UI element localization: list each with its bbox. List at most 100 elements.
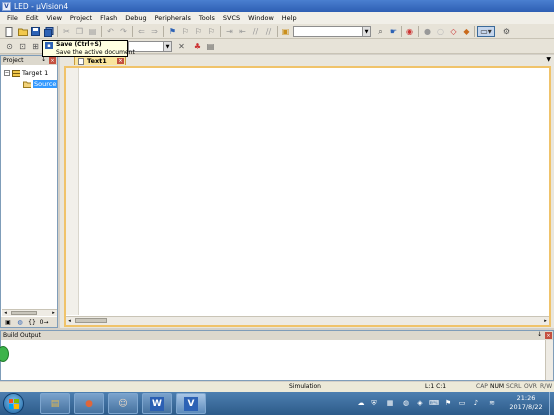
collapse-icon[interactable]: − (4, 70, 10, 76)
tree-item-source-label: Source (33, 80, 58, 88)
tab-project[interactable]: ▣ (3, 318, 13, 326)
bookmark-toggle-icon[interactable]: ⚑ (167, 26, 178, 37)
tray-browser-icon[interactable]: ◍ (402, 399, 410, 407)
project-horizontal-scrollbar[interactable]: ◂ ▸ (2, 309, 57, 316)
find-combo[interactable]: ▼ (293, 26, 371, 37)
tray-wifi-icon[interactable]: ≋ (488, 399, 496, 407)
tree-item-target[interactable]: − Target 1 (4, 69, 48, 77)
tray-shield-icon[interactable]: ⛨ (370, 399, 378, 407)
tab-templates[interactable]: 0→ (39, 318, 49, 326)
copy-icon[interactable]: ❐ (74, 26, 85, 37)
menu-peripherals[interactable]: Peripherals (151, 14, 195, 22)
find-icon[interactable]: ⌕ (375, 26, 386, 37)
project-panel-header: Project ↓ × (1, 56, 57, 65)
configure-icon[interactable]: ⚙ (501, 26, 512, 37)
uncomment-icon[interactable]: ∕∕ (263, 26, 274, 37)
tray-battery-icon[interactable]: ▭ (458, 399, 466, 407)
taskbar-media[interactable]: ● (74, 393, 104, 414)
cut-icon[interactable]: ✂ (61, 26, 72, 37)
close-icon[interactable]: × (117, 58, 124, 64)
file-toolbar: ✂ ❐ ▤ ↶ ↷ ⇐ ⇒ ⚑ ⚐ ⚐ ⚐ ⇥ ⇤ // ∕∕ ▣ ▼ ⌕ ☛ … (0, 24, 554, 39)
breakpoint-insert-icon[interactable]: ● (422, 26, 433, 37)
chevron-down-icon[interactable]: ▼ (546, 56, 551, 63)
tab-books[interactable]: ◍ (15, 318, 25, 326)
tray-flag-icon[interactable]: ⚑ (444, 399, 452, 407)
close-icon[interactable]: × (49, 57, 56, 64)
indent-icon[interactable]: ⇥ (224, 26, 235, 37)
menu-view[interactable]: View (42, 14, 65, 22)
build-output-vertical-scrollbar[interactable] (545, 340, 553, 380)
tab-text1[interactable]: Text1 × (74, 56, 126, 65)
incremental-find-icon[interactable]: ☛ (388, 26, 399, 37)
chevron-down-icon[interactable]: ▼ (362, 27, 370, 36)
build-icon[interactable]: ⊡ (17, 41, 28, 52)
editor-text-area[interactable] (80, 70, 549, 315)
menu-project[interactable]: Project (66, 14, 96, 22)
save-icon: ▪ (45, 42, 53, 49)
menu-window[interactable]: Window (244, 14, 278, 22)
scroll-left-icon[interactable]: ◂ (66, 318, 73, 324)
save-icon[interactable] (30, 26, 41, 37)
scroll-left-icon[interactable]: ◂ (2, 310, 9, 316)
bookmark-next-icon[interactable]: ⚐ (193, 26, 204, 37)
uvision-app-icon: V (2, 1, 11, 11)
menu-file[interactable]: File (3, 14, 22, 22)
pin-icon[interactable]: ↓ (537, 331, 542, 338)
scroll-right-icon[interactable]: ▸ (50, 310, 57, 316)
breakpoint-kill-icon[interactable]: ◆ (461, 26, 472, 37)
pin-icon[interactable]: ↓ (41, 56, 46, 63)
navigate-forward-icon[interactable]: ⇒ (149, 26, 160, 37)
breakpoint-enable-icon[interactable]: ○ (435, 26, 446, 37)
taskbar-explorer[interactable]: ▤ (40, 393, 70, 414)
build-output-title: Build Output (3, 332, 41, 339)
editor-area: Text1 × ▼ ◂ ▸ (60, 55, 554, 328)
find-in-files-icon[interactable]: ▣ (280, 26, 291, 37)
tray-network-icon[interactable]: ▦ (386, 399, 394, 407)
chevron-down-icon[interactable]: ▼ (163, 42, 171, 51)
navigate-back-icon[interactable]: ⇐ (136, 26, 147, 37)
taskbar-photo[interactable]: ☺ (108, 393, 138, 414)
bookmark-prev-icon[interactable]: ⚐ (180, 26, 191, 37)
taskbar-word[interactable]: W (142, 393, 172, 414)
editor-horizontal-scrollbar[interactable]: ◂ ▸ (66, 316, 549, 325)
scroll-thumb[interactable] (75, 318, 107, 323)
paste-icon[interactable]: ▤ (87, 26, 98, 37)
scroll-right-icon[interactable]: ▸ (542, 318, 549, 324)
rebuild-icon[interactable]: ⊞ (30, 41, 41, 52)
window-layout-icon[interactable]: ▭▾ (477, 26, 495, 37)
unindent-icon[interactable]: ⇤ (237, 26, 248, 37)
save-all-icon[interactable] (43, 26, 54, 37)
target-options-icon[interactable]: ✕ (176, 41, 187, 52)
menu-help[interactable]: Help (278, 14, 301, 22)
tray-cloud-icon[interactable]: ☁ (357, 399, 365, 407)
file-extensions-icon[interactable]: ♣ (192, 41, 203, 52)
debug-session-icon[interactable]: ◉ (404, 26, 415, 37)
menu-tools[interactable]: Tools (195, 14, 219, 22)
start-button[interactable] (3, 393, 24, 414)
open-folder-icon[interactable] (17, 26, 28, 37)
comment-icon[interactable]: // (250, 26, 261, 37)
scroll-thumb[interactable] (11, 311, 37, 315)
status-mode: Simulation (289, 383, 321, 390)
show-desktop-button[interactable] (549, 392, 554, 415)
taskbar-uvision[interactable]: V (176, 393, 206, 414)
taskbar-clock[interactable]: 21:26 2017/8/22 (506, 394, 546, 412)
menu-flash[interactable]: Flash (96, 14, 121, 22)
close-icon[interactable]: × (545, 332, 552, 339)
status-scroll: SCRL (506, 383, 522, 390)
undo-icon[interactable]: ↶ (105, 26, 116, 37)
translate-icon[interactable]: ⊙ (4, 41, 15, 52)
breakpoint-disable-icon[interactable]: ◇ (448, 26, 459, 37)
menu-debug[interactable]: Debug (121, 14, 150, 22)
tray-app-icon[interactable]: ◈ (416, 399, 424, 407)
tray-volume-icon[interactable]: ♪ (472, 399, 480, 407)
new-file-icon[interactable] (4, 26, 15, 37)
tab-functions[interactable]: {} (27, 318, 37, 326)
tree-item-source-group[interactable]: Source (23, 80, 58, 88)
manage-components-icon[interactable]: ▤ (205, 41, 216, 52)
menu-edit[interactable]: Edit (22, 14, 43, 22)
bookmark-clear-icon[interactable]: ⚐ (206, 26, 217, 37)
tray-input-icon[interactable]: ⌨ (429, 399, 439, 407)
redo-icon[interactable]: ↷ (118, 26, 129, 37)
menu-svcs[interactable]: SVCS (219, 14, 244, 22)
